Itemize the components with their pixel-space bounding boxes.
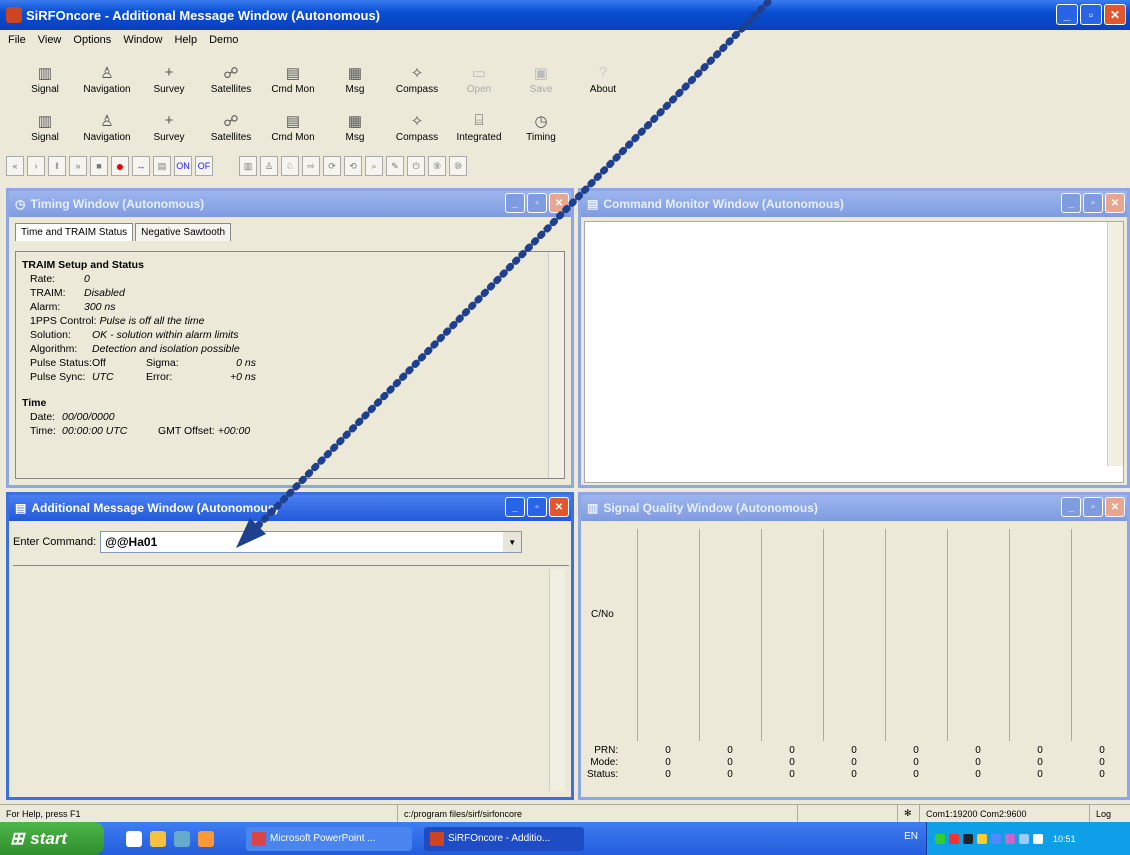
dotted-line (248, 0, 772, 536)
annotation-arrow (236, 0, 772, 548)
